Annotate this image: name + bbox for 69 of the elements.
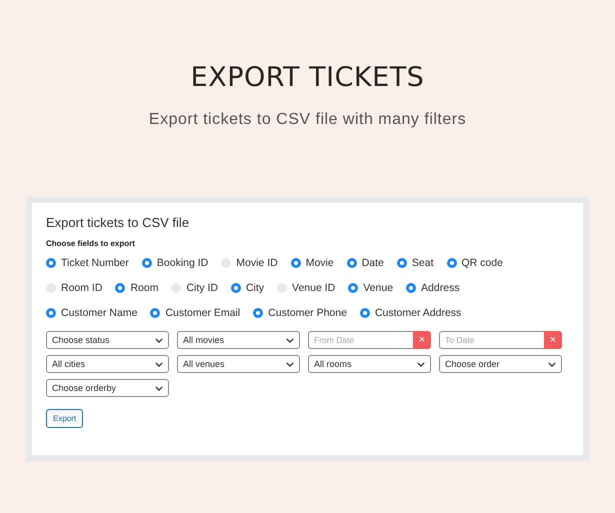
- dropdown[interactable]: Choose order: [439, 355, 562, 373]
- dropdown[interactable]: Choose orderby: [46, 379, 169, 397]
- radio-button[interactable]: [115, 282, 126, 292]
- export-button[interactable]: Export: [46, 409, 84, 428]
- radio-button[interactable]: [396, 258, 407, 268]
- field-option[interactable]: Ticket Number: [46, 256, 129, 268]
- field-option[interactable]: Movie ID: [221, 256, 278, 268]
- dropdown[interactable]: Choose status: [46, 331, 169, 349]
- option-label: Seat: [412, 256, 434, 268]
- field-option[interactable]: Customer Name: [46, 306, 138, 318]
- field-option[interactable]: QR code: [446, 256, 503, 268]
- option-label: Customer Phone: [268, 306, 347, 318]
- chevron-down-icon: [417, 362, 425, 366]
- field-option[interactable]: Date: [346, 256, 384, 268]
- radio-button[interactable]: [150, 308, 160, 318]
- field-option[interactable]: Movie: [290, 256, 334, 268]
- option-label: Venue: [363, 282, 394, 294]
- option-label: QR code: [462, 256, 503, 268]
- option-label: Ticket Number: [61, 256, 129, 268]
- radio-button[interactable]: [46, 258, 56, 268]
- dropdown[interactable]: All cities: [46, 355, 169, 373]
- chevron-down-icon: [155, 362, 163, 366]
- option-label: City ID: [186, 282, 218, 294]
- radio-button[interactable]: [348, 282, 358, 292]
- dropdown[interactable]: All movies: [177, 331, 300, 349]
- page-title: EXPORT TICKETS: [190, 62, 424, 93]
- radio-button[interactable]: [346, 258, 357, 268]
- date-field[interactable]: To Date: [439, 331, 544, 349]
- radio-button[interactable]: [446, 258, 457, 268]
- option-label: Movie ID: [236, 256, 278, 268]
- chevron-down-icon: [155, 386, 163, 390]
- page-subtitle: Export tickets to CSV file with many filters: [148, 111, 466, 129]
- option-label: Date: [362, 256, 384, 268]
- field-option[interactable]: Room: [115, 282, 158, 294]
- field-option[interactable]: City: [230, 282, 264, 294]
- radio-button[interactable]: [290, 258, 301, 268]
- field-option[interactable]: Customer Email: [150, 306, 240, 318]
- radio-button[interactable]: [406, 282, 416, 292]
- option-label: City: [246, 282, 264, 294]
- option-label: Room: [130, 282, 158, 294]
- option-label: Customer Email: [165, 306, 240, 318]
- field-option[interactable]: Address: [406, 282, 460, 294]
- field-option[interactable]: Seat: [396, 256, 434, 268]
- option-label: Address: [421, 282, 460, 294]
- radio-button[interactable]: [230, 282, 241, 292]
- radio-button[interactable]: [360, 308, 370, 318]
- chevron-down-icon: [155, 338, 163, 342]
- radio-button[interactable]: [253, 308, 264, 318]
- field-option[interactable]: City ID: [171, 282, 218, 294]
- chevron-down-icon: [548, 362, 556, 366]
- field-option[interactable]: Venue ID: [277, 282, 336, 294]
- date-field[interactable]: From Date: [308, 331, 413, 349]
- fields-label: Choose fields to export: [46, 239, 136, 248]
- chevron-down-icon: [286, 338, 294, 342]
- radio-button[interactable]: [46, 308, 56, 318]
- field-option[interactable]: Customer Phone: [253, 306, 347, 318]
- option-label: Venue ID: [292, 282, 336, 294]
- option-label: Room ID: [61, 282, 102, 294]
- field-option[interactable]: Room ID: [46, 282, 102, 294]
- field-option[interactable]: Booking ID: [142, 256, 208, 268]
- radio-button[interactable]: [142, 258, 152, 268]
- option-label: Customer Name: [61, 306, 138, 318]
- option-label: Booking ID: [156, 256, 208, 268]
- chevron-down-icon: [286, 362, 294, 366]
- dropdown[interactable]: All venues: [177, 355, 300, 373]
- panel-title: Export tickets to CSV file: [46, 215, 190, 230]
- field-option[interactable]: Venue: [348, 282, 394, 294]
- dropdown[interactable]: All rooms: [308, 355, 431, 373]
- option-label: Movie: [306, 256, 334, 268]
